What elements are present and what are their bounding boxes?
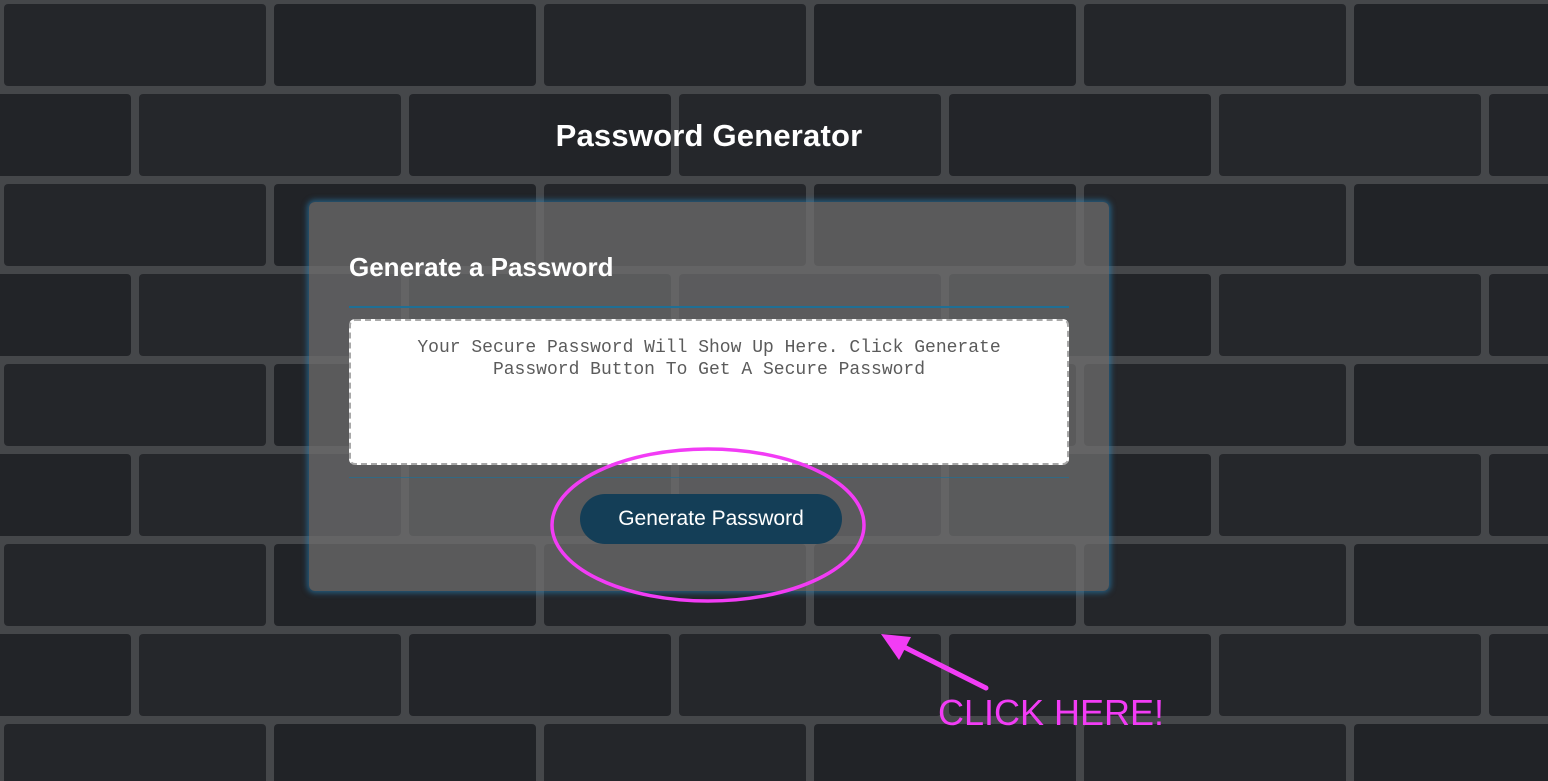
generator-card: Generate a Password Generate Password [309, 202, 1109, 591]
card-heading: Generate a Password [349, 252, 614, 282]
generate-password-button[interactable]: Generate Password [580, 494, 842, 544]
card-footer-divider [349, 477, 1069, 478]
password-output[interactable] [349, 319, 1069, 465]
page-title: Password Generator [555, 118, 863, 153]
click-here-annotation: CLICK HERE! [938, 692, 1165, 733]
card-divider [349, 306, 1069, 308]
